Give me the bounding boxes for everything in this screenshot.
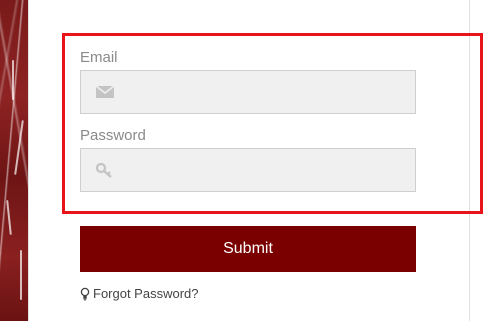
email-label: Email — [80, 49, 118, 66]
forgot-password-label: Forgot Password? — [93, 286, 199, 301]
decorative-side-image — [0, 0, 28, 321]
forgot-password-link[interactable]: Forgot Password? — [80, 286, 199, 301]
password-label: Password — [80, 127, 146, 144]
envelope-icon — [95, 85, 115, 98]
key-icon — [95, 162, 112, 178]
password-input[interactable] — [125, 149, 409, 191]
email-field-container[interactable] — [80, 70, 416, 114]
password-field-container[interactable] — [80, 148, 416, 192]
login-page: Email Password Submit Forgot Password? — [0, 0, 487, 321]
email-input[interactable] — [125, 71, 409, 113]
lightbulb-icon — [80, 287, 90, 300]
submit-button[interactable]: Submit — [80, 226, 416, 272]
